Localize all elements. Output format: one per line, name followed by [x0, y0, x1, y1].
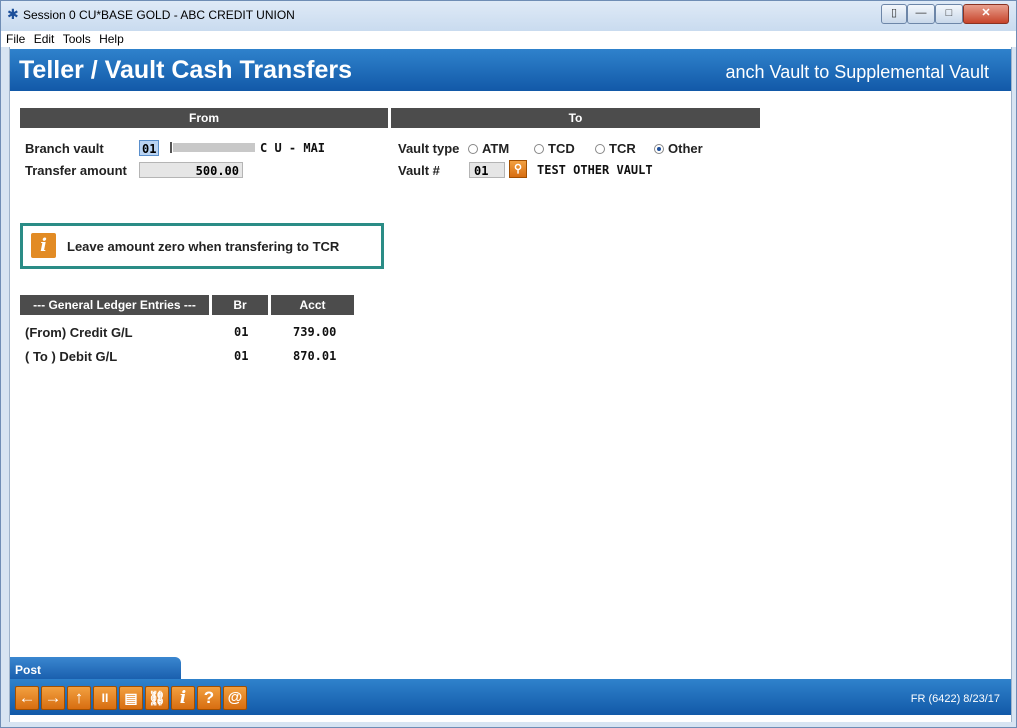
gl-row-br: 01 — [234, 325, 249, 339]
link-icon[interactable]: ⛓ — [145, 686, 169, 710]
at-sign-icon[interactable]: @ — [223, 686, 247, 710]
gl-row-acct: 870.01 — [293, 349, 337, 363]
status-bar — [10, 715, 1011, 722]
main-panel: Teller / Vault Cash Transfers anch Vault… — [9, 47, 1012, 722]
radio-atm[interactable]: ATM — [468, 141, 509, 156]
help-icon[interactable]: ? — [197, 686, 221, 710]
radio-label: ATM — [482, 141, 510, 156]
lookup-icon[interactable]: ⚲ — [509, 160, 527, 178]
gl-row-label: ( To ) Debit G/L — [25, 349, 118, 364]
title-bar: ✱ Session 0 CU*BASE GOLD - ABC CREDIT UN… — [1, 1, 1016, 31]
branch-vault-name: C U - MAI — [260, 141, 326, 155]
app-window: ✱ Session 0 CU*BASE GOLD - ABC CREDIT UN… — [0, 0, 1017, 728]
transfer-amount-label: Transfer amount — [25, 163, 127, 178]
radio-label: Other — [668, 141, 703, 156]
page-header: Teller / Vault Cash Transfers anch Vault… — [10, 49, 1011, 91]
gl-row-br: 01 — [234, 349, 249, 363]
radio-tcd[interactable]: TCD — [534, 141, 575, 156]
gl-header-entries: --- General Ledger Entries --- — [20, 295, 209, 315]
vault-number-input[interactable]: 01 — [469, 162, 505, 178]
window-title: Session 0 CU*BASE GOLD - ABC CREDIT UNIO… — [23, 8, 295, 22]
vault-name: TEST OTHER VAULT — [537, 163, 653, 177]
close-button[interactable]: ✕ — [963, 4, 1009, 24]
print-icon[interactable]: ▤ — [119, 686, 143, 710]
page-subtitle: anch Vault to Supplemental Vault — [725, 62, 989, 82]
page-title: Teller / Vault Cash Transfers — [19, 56, 353, 84]
radio-label: TCR — [609, 141, 636, 156]
menu-edit[interactable]: Edit — [34, 31, 55, 47]
redacted-text — [173, 143, 255, 152]
vault-number-label: Vault # — [398, 163, 440, 178]
info-message-box: i Leave amount zero when transfering to … — [20, 223, 384, 269]
menu-help[interactable]: Help — [99, 31, 124, 47]
vault-type-label: Vault type — [398, 141, 460, 156]
gl-row-label: (From) Credit G/L — [25, 325, 133, 340]
maximize-button[interactable]: □ — [935, 4, 963, 24]
pause-icon[interactable]: II — [93, 686, 117, 710]
text-cursor — [170, 142, 172, 153]
restore-icon[interactable]: ▯ — [881, 4, 907, 24]
menu-tools[interactable]: Tools — [63, 31, 91, 47]
gl-header-br: Br — [212, 295, 268, 315]
gl-header-acct: Acct — [271, 295, 354, 315]
screen-code: FR (6422) 8/23/17 — [910, 693, 1000, 705]
radio-dot — [654, 144, 664, 154]
post-button[interactable]: Post — [10, 657, 181, 679]
radio-tcr[interactable]: TCR — [595, 141, 636, 156]
menu-file[interactable]: File — [6, 31, 25, 47]
branch-vault-label: Branch vault — [25, 141, 104, 156]
up-arrow-icon[interactable]: ↑ — [67, 686, 91, 710]
transfer-amount-input[interactable]: 500.00 — [139, 162, 243, 178]
menu-bar: File Edit Tools Help — [1, 31, 1016, 47]
info-message: Leave amount zero when transfering to TC… — [67, 239, 340, 254]
info-icon[interactable]: i — [171, 686, 195, 710]
radio-dot — [534, 144, 544, 154]
info-icon: i — [31, 233, 56, 258]
to-header: To — [391, 108, 760, 128]
app-icon: ✱ — [7, 6, 19, 22]
radio-label: TCD — [548, 141, 575, 156]
from-header: From — [20, 108, 388, 128]
bottom-toolbar: ← → ↑ II ▤ ⛓ i ? @ FR (6422) 8/23/17 — [10, 679, 1011, 715]
gl-row-acct: 739.00 — [293, 325, 337, 339]
back-arrow-icon[interactable]: ← — [15, 686, 39, 710]
radio-dot — [595, 144, 605, 154]
forward-arrow-icon[interactable]: → — [41, 686, 65, 710]
radio-dot — [468, 144, 478, 154]
minimize-button[interactable]: — — [907, 4, 935, 24]
radio-other[interactable]: Other — [654, 141, 703, 156]
branch-vault-input[interactable]: 01 — [139, 140, 159, 156]
